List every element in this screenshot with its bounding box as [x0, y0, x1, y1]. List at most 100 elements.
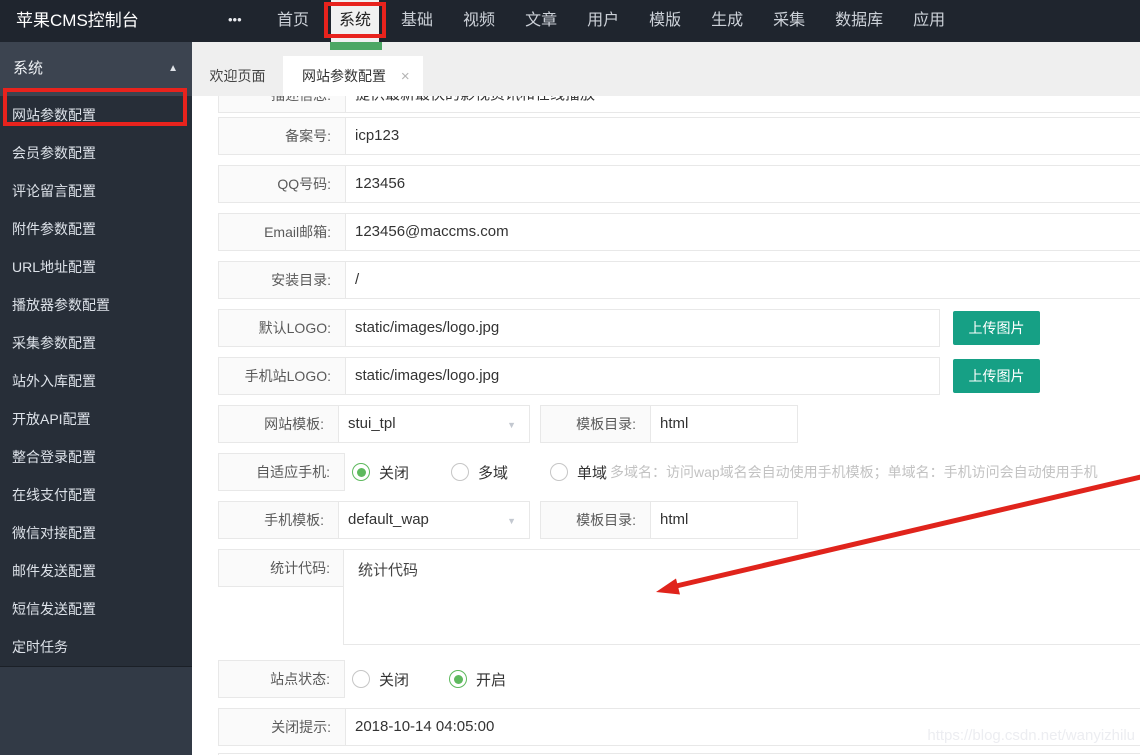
tab-site-params[interactable]: 网站参数配置 × — [283, 56, 423, 96]
mobile-logo-label: 手机站LOGO: — [219, 358, 346, 394]
field-row-install-dir: 安装目录: — [218, 261, 1140, 299]
status-option-open[interactable]: 开启 — [449, 669, 506, 690]
sidebar-item-cron[interactable]: 定时任务 — [0, 628, 192, 666]
qq-input[interactable] — [346, 166, 1140, 202]
field-row-email: Email邮箱: — [218, 213, 1140, 251]
install-dir-input[interactable] — [346, 262, 1140, 298]
radio-icon — [352, 670, 370, 688]
top-navbar: 苹果CMS控制台 ••• 首页 系统 基础 视频 文章 用户 模版 生成 采集 … — [0, 0, 1140, 42]
nav-item-home[interactable]: 首页 — [269, 0, 317, 42]
mobile-template-value: default_wap — [339, 502, 529, 538]
chevron-down-icon: ▼ — [507, 406, 516, 444]
close-tip-label: 关闭提示: — [219, 709, 346, 745]
description-label: 描述信息: — [219, 96, 346, 112]
nav-item-app[interactable]: 应用 — [905, 0, 953, 42]
sidebar-item-payment[interactable]: 在线支付配置 — [0, 476, 192, 514]
sidebar-item-member-params[interactable]: 会员参数配置 — [0, 134, 192, 172]
field-row-mobile-logo: 手机站LOGO: — [218, 357, 940, 395]
sidebar-item-comment[interactable]: 评论留言配置 — [0, 172, 192, 210]
sidebar-item-attachment[interactable]: 附件参数配置 — [0, 210, 192, 248]
sidebar-item-login[interactable]: 整合登录配置 — [0, 438, 192, 476]
sidebar-footer — [0, 666, 192, 755]
sidebar-item-url[interactable]: URL地址配置 — [0, 248, 192, 286]
nav-item-database[interactable]: 数据库 — [827, 0, 891, 42]
site-template-select[interactable]: 网站模板: stui_tpl ▼ — [218, 405, 530, 443]
sidebar-group-system[interactable]: 系统 ▲ — [0, 42, 192, 96]
nav-item-basic[interactable]: 基础 — [393, 0, 441, 42]
stats-code-label: 统计代码: — [218, 549, 345, 587]
site-template-label: 网站模板: — [219, 406, 339, 442]
close-icon[interactable]: × — [401, 68, 410, 85]
nav-item-system[interactable]: 系统 — [331, 0, 379, 42]
site-status-options: 关闭 开启 — [352, 660, 506, 698]
adaptive-mobile-hint: 多域名：访问wap域名会自动使用手机模板；单域名：手机访问会自动使用手机 — [610, 453, 1140, 491]
site-template-dir-field: 模板目录: — [540, 405, 798, 443]
stats-code-textarea[interactable]: 统计代码 — [343, 549, 1140, 645]
active-nav-indicator — [330, 42, 382, 50]
status-option-close[interactable]: 关闭 — [352, 669, 409, 690]
radio-icon — [550, 463, 568, 481]
install-dir-label: 安装目录: — [219, 262, 346, 298]
sidebar-item-collect-params[interactable]: 采集参数配置 — [0, 324, 192, 362]
mobile-template-dir-field: 模板目录: — [540, 501, 798, 539]
email-label: Email邮箱: — [219, 214, 346, 250]
sidebar-item-offsite[interactable]: 站外入库配置 — [0, 362, 192, 400]
description-input[interactable] — [346, 96, 1140, 112]
radio-selected-icon — [352, 463, 370, 481]
sidebar-menu: 网站参数配置 会员参数配置 评论留言配置 附件参数配置 URL地址配置 播放器参… — [0, 96, 192, 666]
site-template-value: stui_tpl — [339, 406, 529, 442]
top-nav-menu: 首页 系统 基础 视频 文章 用户 模版 生成 采集 数据库 应用 — [269, 0, 953, 42]
email-field[interactable] — [346, 214, 1140, 250]
sidebar-item-mail[interactable]: 邮件发送配置 — [0, 552, 192, 590]
mobile-logo-input[interactable] — [346, 358, 939, 394]
adaptive-mobile-options: 关闭 多域 单域 — [352, 453, 607, 491]
site-template-dir-label: 模板目录: — [541, 406, 651, 442]
settings-form: 描述信息: 备案号: QQ号码: Email邮箱: 安装目录: 默认LOGO: … — [192, 96, 1140, 755]
qq-label: QQ号码: — [219, 166, 346, 202]
app-window: 苹果CMS控制台 ••• 首页 系统 基础 视频 文章 用户 模版 生成 采集 … — [0, 0, 1140, 755]
upload-default-logo-button[interactable]: 上传图片 — [953, 311, 1040, 345]
adaptive-option-close[interactable]: 关闭 — [352, 462, 409, 483]
tab-bar: 欢迎页面 网站参数配置 × — [192, 42, 1140, 96]
sidebar-item-sms[interactable]: 短信发送配置 — [0, 590, 192, 628]
tab-welcome[interactable]: 欢迎页面 — [192, 56, 283, 96]
nav-item-generate[interactable]: 生成 — [703, 0, 751, 42]
field-row-qq: QQ号码: — [218, 165, 1140, 203]
mobile-template-select[interactable]: 手机模板: default_wap ▼ — [218, 501, 530, 539]
tab-label: 网站参数配置 — [302, 68, 386, 84]
site-status-label: 站点状态: — [218, 660, 345, 698]
sidebar: 系统 ▲ 网站参数配置 会员参数配置 评论留言配置 附件参数配置 URL地址配置… — [0, 42, 192, 755]
nav-item-video[interactable]: 视频 — [455, 0, 503, 42]
field-row-icp: 备案号: — [218, 117, 1140, 155]
adaptive-option-single-domain[interactable]: 单域 — [550, 462, 607, 483]
upload-mobile-logo-button[interactable]: 上传图片 — [953, 359, 1040, 393]
default-logo-label: 默认LOGO: — [219, 310, 346, 346]
sidebar-item-open-api[interactable]: 开放API配置 — [0, 400, 192, 438]
nav-item-user[interactable]: 用户 — [579, 0, 627, 42]
field-row-description: 描述信息: — [218, 96, 1140, 113]
radio-selected-icon — [449, 670, 467, 688]
mobile-template-dir-input[interactable] — [651, 502, 797, 538]
adaptive-option-multi-domain[interactable]: 多域 — [451, 462, 508, 483]
sidebar-item-wechat[interactable]: 微信对接配置 — [0, 514, 192, 552]
site-template-dir-input[interactable] — [651, 406, 797, 442]
sidebar-item-site-params[interactable]: 网站参数配置 — [0, 96, 192, 134]
sidebar-item-player[interactable]: 播放器参数配置 — [0, 286, 192, 324]
sidebar-group-label: 系统 — [13, 60, 43, 77]
chevron-down-icon: ▼ — [507, 502, 516, 540]
icp-label: 备案号: — [219, 118, 346, 154]
mobile-template-dir-label: 模板目录: — [541, 502, 651, 538]
mobile-template-label: 手机模板: — [219, 502, 339, 538]
default-logo-input[interactable] — [346, 310, 939, 346]
field-row-default-logo: 默认LOGO: — [218, 309, 940, 347]
collapse-arrow-icon[interactable]: ▲ — [168, 42, 178, 96]
radio-icon — [451, 463, 469, 481]
adaptive-mobile-label: 自适应手机: — [218, 453, 345, 491]
nav-item-template[interactable]: 模版 — [641, 0, 689, 42]
app-title: 苹果CMS控制台 — [16, 0, 139, 42]
nav-item-collect[interactable]: 采集 — [765, 0, 813, 42]
nav-item-article[interactable]: 文章 — [517, 0, 565, 42]
icp-input[interactable] — [346, 118, 1140, 154]
watermark: https://blog.csdn.net/wanyizhilu — [927, 727, 1135, 744]
more-menu-icon[interactable]: ••• — [228, 0, 242, 42]
